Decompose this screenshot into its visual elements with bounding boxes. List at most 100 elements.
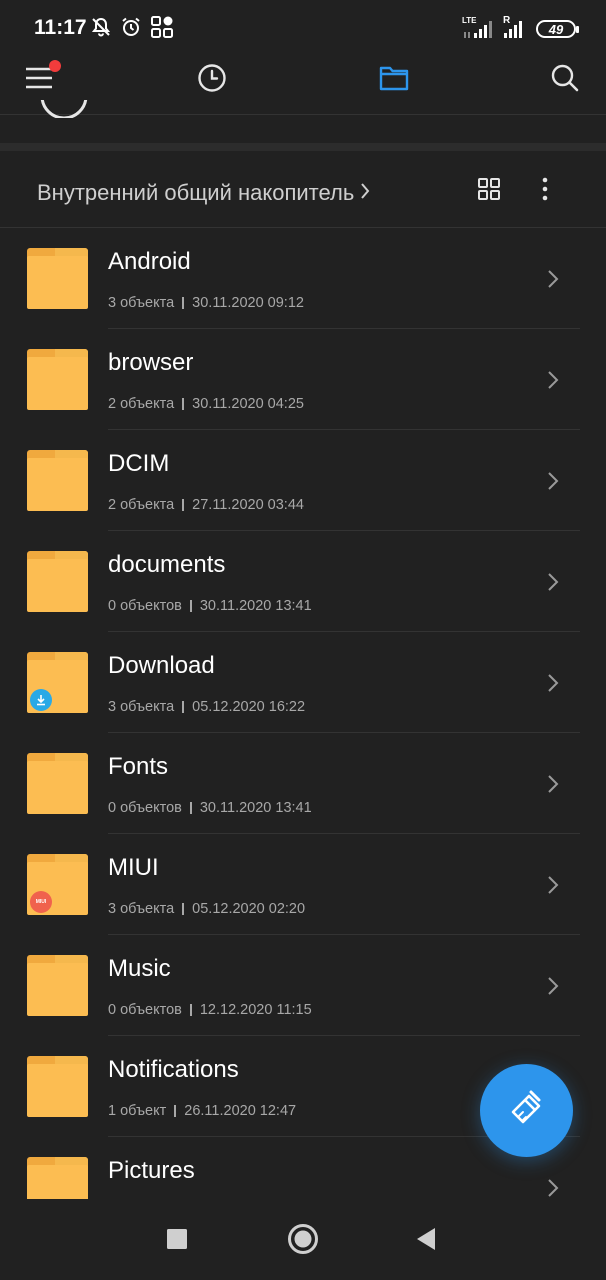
section-separator	[0, 143, 606, 151]
menu-button[interactable]	[16, 58, 64, 102]
modified-date: 30.11.2020 09:12	[192, 295, 304, 311]
list-item[interactable]: MIUI MIUI 3 объекта 05.12.2020 02:20	[0, 834, 606, 935]
item-count: 0 объектов	[108, 1002, 182, 1018]
folder-icon	[27, 349, 88, 410]
file-meta: 1 объект 26.11.2020 12:47	[108, 1103, 296, 1119]
more-options-button[interactable]	[528, 174, 562, 208]
folder-icon	[27, 652, 88, 713]
search-icon	[550, 63, 580, 98]
folder-icon	[379, 64, 409, 97]
modified-date: 26.11.2020 12:47	[184, 1103, 297, 1119]
file-name: DCIM	[108, 450, 170, 477]
roaming-signal-icon: R	[502, 15, 528, 40]
file-meta: 0 объектов 30.11.2020 13:41	[108, 598, 312, 614]
file-name: Notifications	[108, 1056, 239, 1083]
status-time: 11:17	[34, 16, 87, 39]
file-name: MIUI	[108, 854, 159, 881]
list-item[interactable]: documents 0 объектов 30.11.2020 13:41	[0, 531, 606, 632]
file-meta: 0 объектов 12.12.2020 11:15	[108, 1002, 312, 1018]
status-left-icons	[90, 15, 174, 44]
file-name: Pictures	[108, 1157, 195, 1184]
battery-tip	[576, 26, 579, 33]
home-button[interactable]	[283, 1221, 323, 1261]
modified-date: 12.12.2020 11:15	[199, 1002, 312, 1018]
system-nav-bar	[0, 1199, 606, 1280]
list-item[interactable]: Music 0 объектов 12.12.2020 11:15	[0, 935, 606, 1036]
grid-view-button[interactable]	[472, 174, 506, 208]
file-name: Download	[108, 652, 215, 679]
file-meta: 0 объектов 30.11.2020 13:41	[108, 800, 312, 816]
chevron-right-icon	[548, 270, 559, 288]
recent-tab-button[interactable]	[188, 58, 236, 102]
chevron-right-icon	[548, 573, 559, 591]
triangle-back-icon	[416, 1227, 436, 1256]
file-list: Android 3 объекта 30.11.2020 09:12 browse…	[0, 228, 606, 1199]
file-meta: 3 объекта 05.12.2020 16:22	[108, 699, 305, 715]
back-button[interactable]	[406, 1221, 446, 1261]
notification-dot	[49, 60, 61, 72]
list-item[interactable]: browser 2 объекта 30.11.2020 04:25	[0, 329, 606, 430]
modified-date: 30.11.2020 04:25	[192, 396, 304, 412]
recents-button[interactable]	[157, 1221, 197, 1261]
list-item[interactable]: Download 3 объекта 05.12.2020 16:22	[0, 632, 606, 733]
item-count: 3 объекта	[108, 295, 175, 311]
more-vertical-icon	[542, 177, 548, 206]
modified-date: 30.11.2020 13:41	[199, 598, 312, 614]
miui-badge-icon: MIUI	[30, 891, 52, 913]
chevron-right-icon	[548, 371, 559, 389]
battery-indicator: 49	[536, 20, 579, 38]
file-meta: 3 объекта 05.12.2020 02:20	[108, 901, 305, 917]
file-manager-screen: 11:17 LTE R 49 Внутренний общий накопите…	[0, 0, 606, 1280]
clock-icon	[197, 63, 227, 98]
chevron-right-icon	[548, 977, 559, 995]
chevron-right-icon	[548, 472, 559, 490]
list-item[interactable]: Fonts 0 объектов 30.11.2020 13:41	[0, 733, 606, 834]
search-button[interactable]	[541, 58, 589, 102]
lte-signal-icon: LTE	[462, 16, 494, 40]
chevron-right-icon	[548, 1179, 559, 1197]
modified-date: 27.11.2020 03:44	[192, 497, 304, 513]
item-count: 2 объекта	[108, 396, 175, 412]
alarm-clock-icon	[120, 16, 142, 43]
muted-bell-icon	[90, 16, 112, 43]
miui-badge-label: MIUI	[35, 899, 47, 905]
modified-date: 05.12.2020 02:20	[192, 901, 306, 917]
app-grid-icon	[150, 15, 174, 44]
folder-icon	[27, 1056, 88, 1117]
file-meta: 2 объекта 30.11.2020 04:25	[108, 396, 304, 412]
item-count: 3 объекта	[108, 699, 175, 715]
folder-icon	[27, 450, 88, 511]
folder-icon	[27, 1157, 88, 1199]
path-bar: Внутренний общий накопитель	[0, 152, 606, 228]
breadcrumb-location: Внутренний общий накопитель	[37, 180, 355, 205]
broom-clean-icon	[505, 1086, 549, 1135]
folder-icon	[27, 248, 88, 309]
status-right-icons: LTE R 49	[462, 15, 579, 41]
item-count: 0 объектов	[108, 598, 182, 614]
files-tab-button[interactable]	[370, 58, 418, 102]
item-count: 2 объекта	[108, 497, 175, 513]
file-name: browser	[108, 349, 194, 376]
item-count: 3 объекта	[108, 901, 175, 917]
folder-icon: MIUI	[27, 854, 88, 915]
chevron-right-icon	[548, 674, 559, 692]
file-meta: 2 объекта 27.11.2020 03:44	[108, 497, 304, 513]
battery-level: 49	[548, 21, 564, 37]
file-name: documents	[108, 551, 226, 578]
file-meta: 3 объекта 30.11.2020 09:12	[108, 295, 304, 311]
circle-icon	[287, 1223, 319, 1260]
list-item[interactable]: DCIM 2 объекта 27.11.2020 03:44	[0, 430, 606, 531]
file-name: Fonts	[108, 753, 169, 780]
grid-view-icon	[477, 177, 501, 206]
item-count: 1 объект	[108, 1103, 167, 1119]
status-bar: 11:17 LTE R 49	[0, 0, 606, 58]
modified-date: 30.11.2020 13:41	[199, 800, 312, 816]
file-name: Android	[108, 248, 191, 275]
list-item[interactable]: Android 3 объекта 30.11.2020 09:12	[0, 228, 606, 329]
item-count: 0 объектов	[108, 800, 182, 816]
breadcrumb[interactable]: Внутренний общий накопитель	[37, 180, 370, 206]
chevron-right-icon	[360, 180, 370, 206]
folder-icon	[27, 753, 88, 814]
clean-up-fab[interactable]	[480, 1064, 573, 1157]
file-name: Music	[108, 955, 171, 982]
